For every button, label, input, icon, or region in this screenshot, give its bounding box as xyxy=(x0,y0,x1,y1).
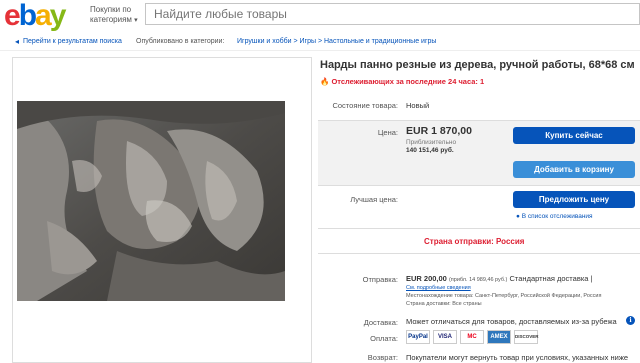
search-input[interactable] xyxy=(146,4,639,24)
item-location: Местонахождение товара: Санкт-Петербург,… xyxy=(406,293,602,299)
mastercard-icon: MC xyxy=(460,330,484,344)
condition-label: Состояние товара: xyxy=(332,101,398,110)
header: ebay Покупки по категориям ▾ xyxy=(0,0,640,32)
product-image[interactable] xyxy=(17,101,285,301)
approx-price: Приблизительно 140 151,46 руб. xyxy=(406,139,456,155)
info-icon[interactable]: i xyxy=(626,316,635,325)
make-offer-button[interactable]: Предложить цену xyxy=(513,191,635,208)
paypal-icon: PayPal xyxy=(406,330,430,344)
logo-letter: y xyxy=(49,0,67,32)
watchers-text: Отслеживающих за последние 24 часа: 1 xyxy=(331,77,485,86)
returns-label: Возврат: xyxy=(367,353,398,362)
logo-letter: e xyxy=(4,0,21,32)
back-arrow-icon[interactable]: ◂ xyxy=(15,33,19,51)
published-in-label: Опубликовано в категории: xyxy=(136,38,225,45)
delivery-value: Может отличаться для товаров, доставляем… xyxy=(406,317,617,326)
ships-to: Страна доставки: Все страны xyxy=(406,301,482,307)
buy-now-button[interactable]: Купить сейчас xyxy=(513,127,635,144)
shipping-approx: (прибл. 14 989,46 руб.) xyxy=(448,277,508,283)
returns-value: Покупатели могут вернуть товар при услов… xyxy=(406,353,629,362)
discover-icon: DISCOVER xyxy=(514,330,539,344)
breadcrumb: ◂ Перейти к результатам поиска Опубликов… xyxy=(0,33,640,51)
shipping-label: Отправка: xyxy=(362,275,398,284)
watchlist-label: В список отслеживания xyxy=(521,213,593,220)
carved-panel-image xyxy=(17,101,285,301)
back-to-results-link[interactable]: Перейти к результатам поиска xyxy=(23,33,122,51)
shop-by-label: Покупки по категориям xyxy=(90,5,132,24)
flame-icon: 🔥 xyxy=(320,77,330,86)
item-title: Нарды панно резные из дерева, ручной раб… xyxy=(320,59,635,71)
delivery-label: Доставка: xyxy=(363,318,398,327)
category-trail[interactable]: Игрушки и хобби > Игры > Настольные и тр… xyxy=(237,33,436,51)
watchers-alert: 🔥 Отслеживающих за последние 24 часа: 1 xyxy=(320,77,484,86)
add-to-cart-button[interactable]: Добавить в корзину xyxy=(513,161,635,178)
approx-value: 140 151,46 руб. xyxy=(406,147,454,154)
best-offer-label: Лучшая цена: xyxy=(350,195,398,204)
amex-icon: AMEX xyxy=(487,330,511,344)
payment-label: Оплата: xyxy=(370,334,398,343)
logo-letter: b xyxy=(18,0,37,32)
search-box[interactable] xyxy=(145,3,640,25)
price-value: EUR 1 870,00 xyxy=(406,125,472,137)
visa-icon: VISA xyxy=(433,330,457,344)
ebay-logo[interactable]: ebay xyxy=(4,0,67,32)
ships-from-country: Страна отправки: Россия xyxy=(424,237,525,246)
condition-value: Новый xyxy=(406,101,430,110)
approx-label: Приблизительно xyxy=(406,139,457,146)
eye-icon: ● xyxy=(516,213,520,220)
chevron-down-icon: ▾ xyxy=(134,17,138,24)
shipping-value: EUR 200,00 (прибл. 14 989,46 руб.) Станд… xyxy=(406,274,592,283)
shop-by-category-button[interactable]: Покупки по категориям ▾ xyxy=(90,5,142,26)
shipping-price: EUR 200,00 xyxy=(406,274,447,283)
shipping-details-link[interactable]: См. подробные сведения xyxy=(406,285,471,291)
logo-letter: a xyxy=(35,0,52,32)
price-label: Цена: xyxy=(377,128,398,137)
add-to-watchlist-link[interactable]: ● В список отслеживания xyxy=(516,213,593,220)
shipping-method: Стандартная доставка | xyxy=(509,274,593,283)
